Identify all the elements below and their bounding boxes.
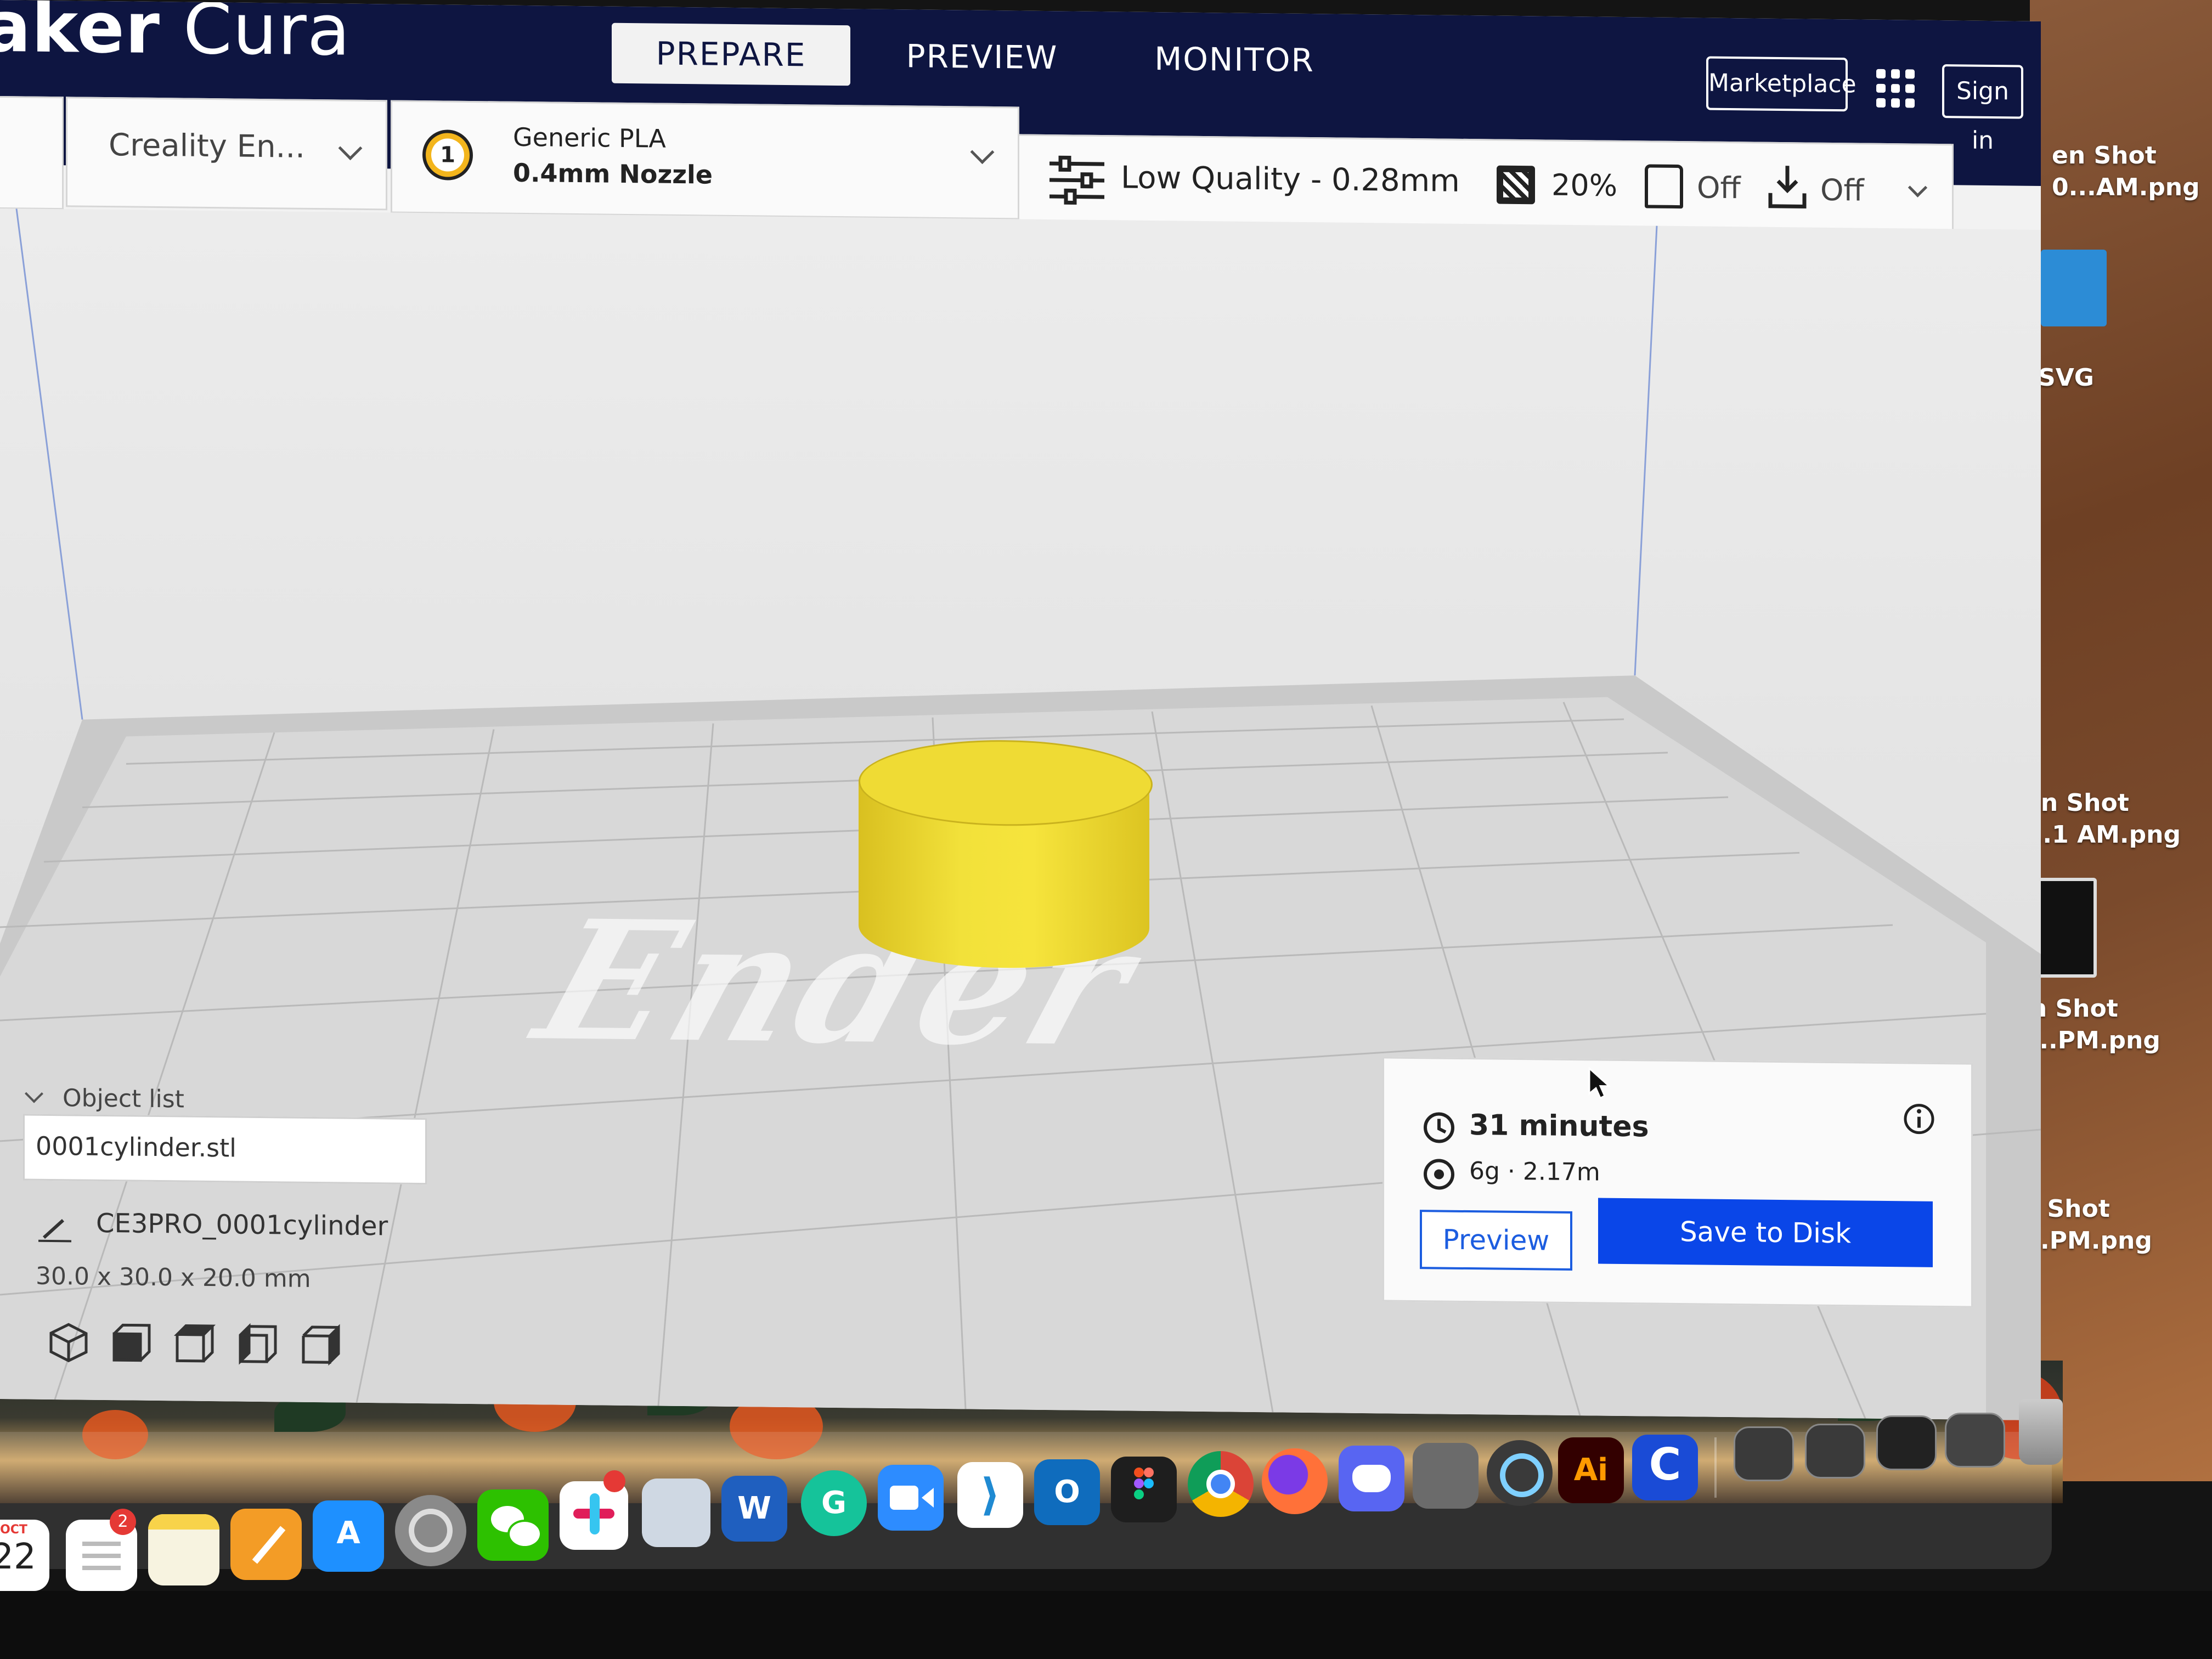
- edit-pencil-icon[interactable]: [38, 1216, 71, 1244]
- printer-selector[interactable]: Creality En...: [66, 97, 387, 211]
- app-title-light: Cura: [160, 0, 351, 72]
- cura-app-icon[interactable]: C: [1632, 1435, 1698, 1500]
- extruder-material-selector[interactable]: 1 Generic PLA 0.4mm Nozzle: [391, 100, 1019, 220]
- cura-window: aker Cura PREPARE PREVIEW MONITOR Market…: [0, 0, 2041, 1420]
- desktop-folder-svg[interactable]: SVG: [2038, 362, 2094, 394]
- view-left-icon[interactable]: [236, 1322, 280, 1367]
- discord-icon[interactable]: [1339, 1446, 1404, 1511]
- object-list-header[interactable]: Object list: [22, 1084, 184, 1114]
- side-toolbar-stub[interactable]: [0, 95, 64, 210]
- wechat-icon[interactable]: [477, 1489, 549, 1561]
- pages-icon[interactable]: [230, 1509, 302, 1580]
- object-list-title: Object list: [63, 1084, 184, 1114]
- support-value: Off: [1697, 170, 1741, 206]
- desktop-wallpaper: [2030, 0, 2212, 1481]
- tab-preview[interactable]: PREVIEW: [883, 26, 1081, 88]
- view-3d-icon[interactable]: [47, 1320, 91, 1364]
- apps-grid-icon[interactable]: [1876, 69, 1915, 108]
- recent-item-icon[interactable]: [1876, 1415, 1937, 1470]
- filament-spool-icon: [1424, 1159, 1454, 1190]
- vscode-icon[interactable]: ⟩: [957, 1462, 1023, 1528]
- adhesion-icon: [1768, 166, 1807, 208]
- slack-badge: [603, 1470, 625, 1492]
- app-title-bold: aker: [0, 0, 160, 70]
- folder-icon[interactable]: [2041, 250, 2107, 326]
- reminders-badge: 2: [110, 1509, 136, 1535]
- app-title: aker Cura: [0, 0, 351, 72]
- word-icon[interactable]: W: [721, 1476, 787, 1542]
- print-summary-panel: 31 minutes 6g · 2.17m Preview Save to Di…: [1383, 1057, 1973, 1308]
- chevron-down-icon: [1908, 178, 1928, 198]
- tab-monitor[interactable]: MONITOR: [1130, 29, 1339, 91]
- object-dimensions: 30.0 x 30.0 x 20.0 mm: [36, 1262, 311, 1293]
- quality-profile: Low Quality - 0.28mm: [1121, 160, 1460, 199]
- calendar-icon[interactable]: OCT 22: [0, 1520, 49, 1591]
- app-store-icon[interactable]: A: [313, 1500, 384, 1572]
- notes-icon[interactable]: [148, 1514, 219, 1585]
- calendar-month: OCT: [0, 1523, 27, 1537]
- support-icon: [1645, 164, 1683, 209]
- sign-in-button[interactable]: Sign in: [1942, 64, 2023, 155]
- object-list-item[interactable]: 0001cylinder.stl: [23, 1114, 427, 1185]
- preview-button[interactable]: Preview: [1420, 1210, 1572, 1271]
- file-label: 0...AM.png: [2052, 173, 2200, 201]
- chrome-icon[interactable]: [1188, 1451, 1254, 1517]
- zoom-icon[interactable]: [878, 1465, 944, 1531]
- grammarly-icon[interactable]: G: [801, 1470, 867, 1536]
- infill-icon: [1497, 165, 1535, 205]
- dock-divider: [1714, 1437, 1717, 1498]
- material-usage: 6g · 2.17m: [1469, 1157, 1600, 1187]
- outlook-icon[interactable]: O: [1034, 1459, 1100, 1525]
- recent-item-icon[interactable]: [1805, 1424, 1865, 1479]
- material-name: Generic PLA: [513, 122, 666, 154]
- mouse-cursor-icon: [1588, 1067, 1610, 1099]
- illustrator-icon[interactable]: Ai: [1558, 1437, 1624, 1503]
- job-name[interactable]: CE3PRO_0001cylinder: [96, 1208, 388, 1242]
- preview-app-icon[interactable]: [642, 1479, 710, 1547]
- settings-sliders-icon: [1049, 155, 1104, 205]
- object-filename: 0001cylinder.stl: [36, 1131, 236, 1163]
- recent-item-icon[interactable]: [1734, 1426, 1794, 1481]
- system-settings-icon[interactable]: [395, 1495, 466, 1566]
- save-to-disk-button[interactable]: Save to Disk: [1598, 1198, 1933, 1267]
- view-front-icon[interactable]: [110, 1321, 154, 1365]
- desktop-file-screenshot-2[interactable]: en Shot ...1 AM.png: [2024, 787, 2181, 851]
- chevron-down-icon: [338, 136, 363, 161]
- desktop-file-screenshot-1[interactable]: en Shot 0...AM.png: [2052, 140, 2200, 204]
- calendar-day: 22: [0, 1537, 36, 1577]
- chevron-down-icon: [25, 1084, 43, 1103]
- view-top-icon[interactable]: [173, 1321, 217, 1365]
- quicktime-icon[interactable]: [1487, 1440, 1553, 1506]
- file-label: en Shot: [2052, 142, 2157, 170]
- nozzle-size: 0.4mm Nozzle: [513, 157, 713, 190]
- file-label: ...1 AM.png: [2024, 821, 2181, 849]
- print-time: 31 minutes: [1469, 1109, 1649, 1144]
- extruder-number: 1: [431, 138, 464, 172]
- marketplace-button[interactable]: Marketplace: [1706, 56, 1857, 112]
- chevron-down-icon: [970, 140, 995, 165]
- recent-item-icon[interactable]: [1945, 1413, 2005, 1468]
- tab-prepare[interactable]: PREPARE: [612, 22, 850, 86]
- firefox-icon[interactable]: [1262, 1448, 1328, 1514]
- trash-icon[interactable]: [2019, 1399, 2063, 1465]
- clock-icon: [1424, 1112, 1454, 1143]
- info-icon[interactable]: [1903, 1102, 1936, 1136]
- cura-rhino-icon[interactable]: [1413, 1443, 1479, 1509]
- view-right-icon[interactable]: [299, 1323, 343, 1367]
- extruder-badge-icon: 1: [422, 129, 473, 181]
- infill-value: 20%: [1551, 167, 1618, 203]
- file-label: en Shot: [2024, 789, 2129, 817]
- printer-name: Creality En...: [109, 127, 305, 165]
- adhesion-value: Off: [1820, 172, 1864, 208]
- figma-icon[interactable]: [1111, 1457, 1177, 1522]
- laptop-bezel: [0, 1591, 2212, 1659]
